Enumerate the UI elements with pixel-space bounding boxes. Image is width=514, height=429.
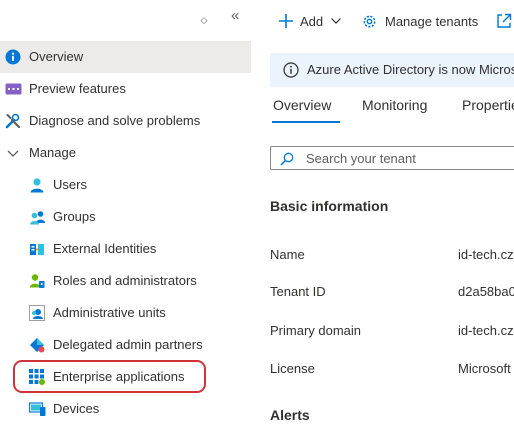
- search-box: [270, 146, 514, 170]
- info-banner: Azure Active Directory is now Microsoft …: [270, 53, 514, 87]
- property-label-primary-domain: Primary domain: [270, 323, 362, 338]
- search-icon: [280, 152, 294, 166]
- manage-tenants-button[interactable]: Manage tenants: [361, 10, 478, 32]
- sidebar-item-enterprise-applications[interactable]: Enterprise applications: [0, 361, 251, 393]
- devices-icon: [28, 400, 46, 418]
- sidebar-item-label: External Identities: [53, 241, 157, 256]
- sidebar-group-label: Manage: [29, 145, 76, 160]
- roles-icon: [28, 272, 46, 290]
- sidebar-item-administrative-units[interactable]: Administrative units: [0, 297, 251, 329]
- sidebar-item-label: Devices: [53, 401, 100, 416]
- sidebar-item-label: Preview features: [29, 81, 126, 96]
- collapse-sidebar-icon[interactable]: «: [231, 8, 245, 24]
- sidebar-item-devices[interactable]: Devices: [0, 393, 251, 425]
- info-banner-text: Azure Active Directory is now Microsoft …: [307, 62, 514, 77]
- sort-icon[interactable]: ◇: [198, 14, 210, 26]
- sidebar-item-label: Enterprise applications: [53, 369, 185, 384]
- gear-icon: [361, 13, 378, 30]
- search-input[interactable]: [306, 149, 506, 167]
- add-button[interactable]: Add: [278, 10, 342, 32]
- tab-overview[interactable]: Overview: [273, 92, 331, 122]
- property-value-license: Microsoft: [458, 361, 511, 376]
- enterprise-apps-icon: [28, 368, 46, 386]
- tab-monitoring[interactable]: Monitoring: [362, 92, 427, 122]
- sidebar-item-label: Diagnose and solve problems: [29, 113, 201, 128]
- sidebar-group-manage[interactable]: Manage: [0, 137, 251, 169]
- sidebar-item-label: Groups: [53, 209, 96, 224]
- open-external-button[interactable]: [496, 10, 512, 32]
- sidebar-item-diagnose[interactable]: Diagnose and solve problems: [0, 105, 251, 137]
- sidebar-item-users[interactable]: Users: [0, 169, 251, 201]
- administrative-units-icon: [28, 304, 46, 322]
- external-identities-icon: [28, 240, 46, 258]
- active-tab-indicator: [272, 121, 340, 123]
- sidebar-item-label: Overview: [29, 49, 84, 64]
- tab-bar: Overview Monitoring Properties: [270, 92, 514, 126]
- chevron-down-icon: [330, 15, 342, 27]
- property-value-name: id-tech.cz: [458, 247, 514, 262]
- plus-icon: [278, 13, 294, 29]
- user-icon: [28, 176, 46, 194]
- sidebar-header: ◇ «: [0, 0, 251, 40]
- sidebar-item-label: Delegated admin partners: [53, 337, 203, 352]
- sidebar-item-label: Roles and administrators: [53, 273, 197, 288]
- sidebar-item-preview-features[interactable]: Preview features: [0, 73, 251, 105]
- preview-features-icon: [4, 80, 22, 98]
- alerts-heading: Alerts: [270, 407, 310, 423]
- property-label-license: License: [270, 361, 315, 376]
- sidebar-item-roles-administrators[interactable]: Roles and administrators: [0, 265, 251, 297]
- sidebar-item-label: Administrative units: [53, 305, 166, 320]
- property-value-primary-domain: id-tech.cz: [458, 323, 514, 338]
- tab-properties[interactable]: Properties: [462, 92, 514, 122]
- info-icon: [4, 48, 22, 66]
- main-content: Add Manage tenants Azure Active Director…: [270, 0, 514, 429]
- sidebar-item-groups[interactable]: Groups: [0, 201, 251, 233]
- sidebar-nav: ◇ « Overview Preview features Diagnose a…: [0, 0, 251, 429]
- sidebar-item-delegated-admin-partners[interactable]: Delegated admin partners: [0, 329, 251, 361]
- command-bar: Add Manage tenants: [270, 0, 514, 40]
- sidebar-item-label: Users: [53, 177, 87, 192]
- property-value-tenant-id: d2a58ba0: [458, 284, 514, 299]
- property-label-name: Name: [270, 247, 305, 262]
- sidebar-item-overview[interactable]: Overview: [0, 41, 251, 73]
- manage-tenants-label: Manage tenants: [385, 13, 479, 29]
- info-outline-icon: [283, 62, 299, 78]
- add-button-label: Add: [300, 13, 324, 29]
- external-link-icon: [496, 13, 512, 29]
- delegated-admin-icon: [28, 336, 46, 354]
- basic-information-heading: Basic information: [270, 198, 389, 214]
- sidebar-item-external-identities[interactable]: External Identities: [0, 233, 251, 265]
- property-label-tenant-id: Tenant ID: [270, 284, 326, 299]
- wrench-icon: [4, 112, 22, 130]
- groups-icon: [28, 208, 46, 226]
- chevron-down-icon: [6, 146, 20, 160]
